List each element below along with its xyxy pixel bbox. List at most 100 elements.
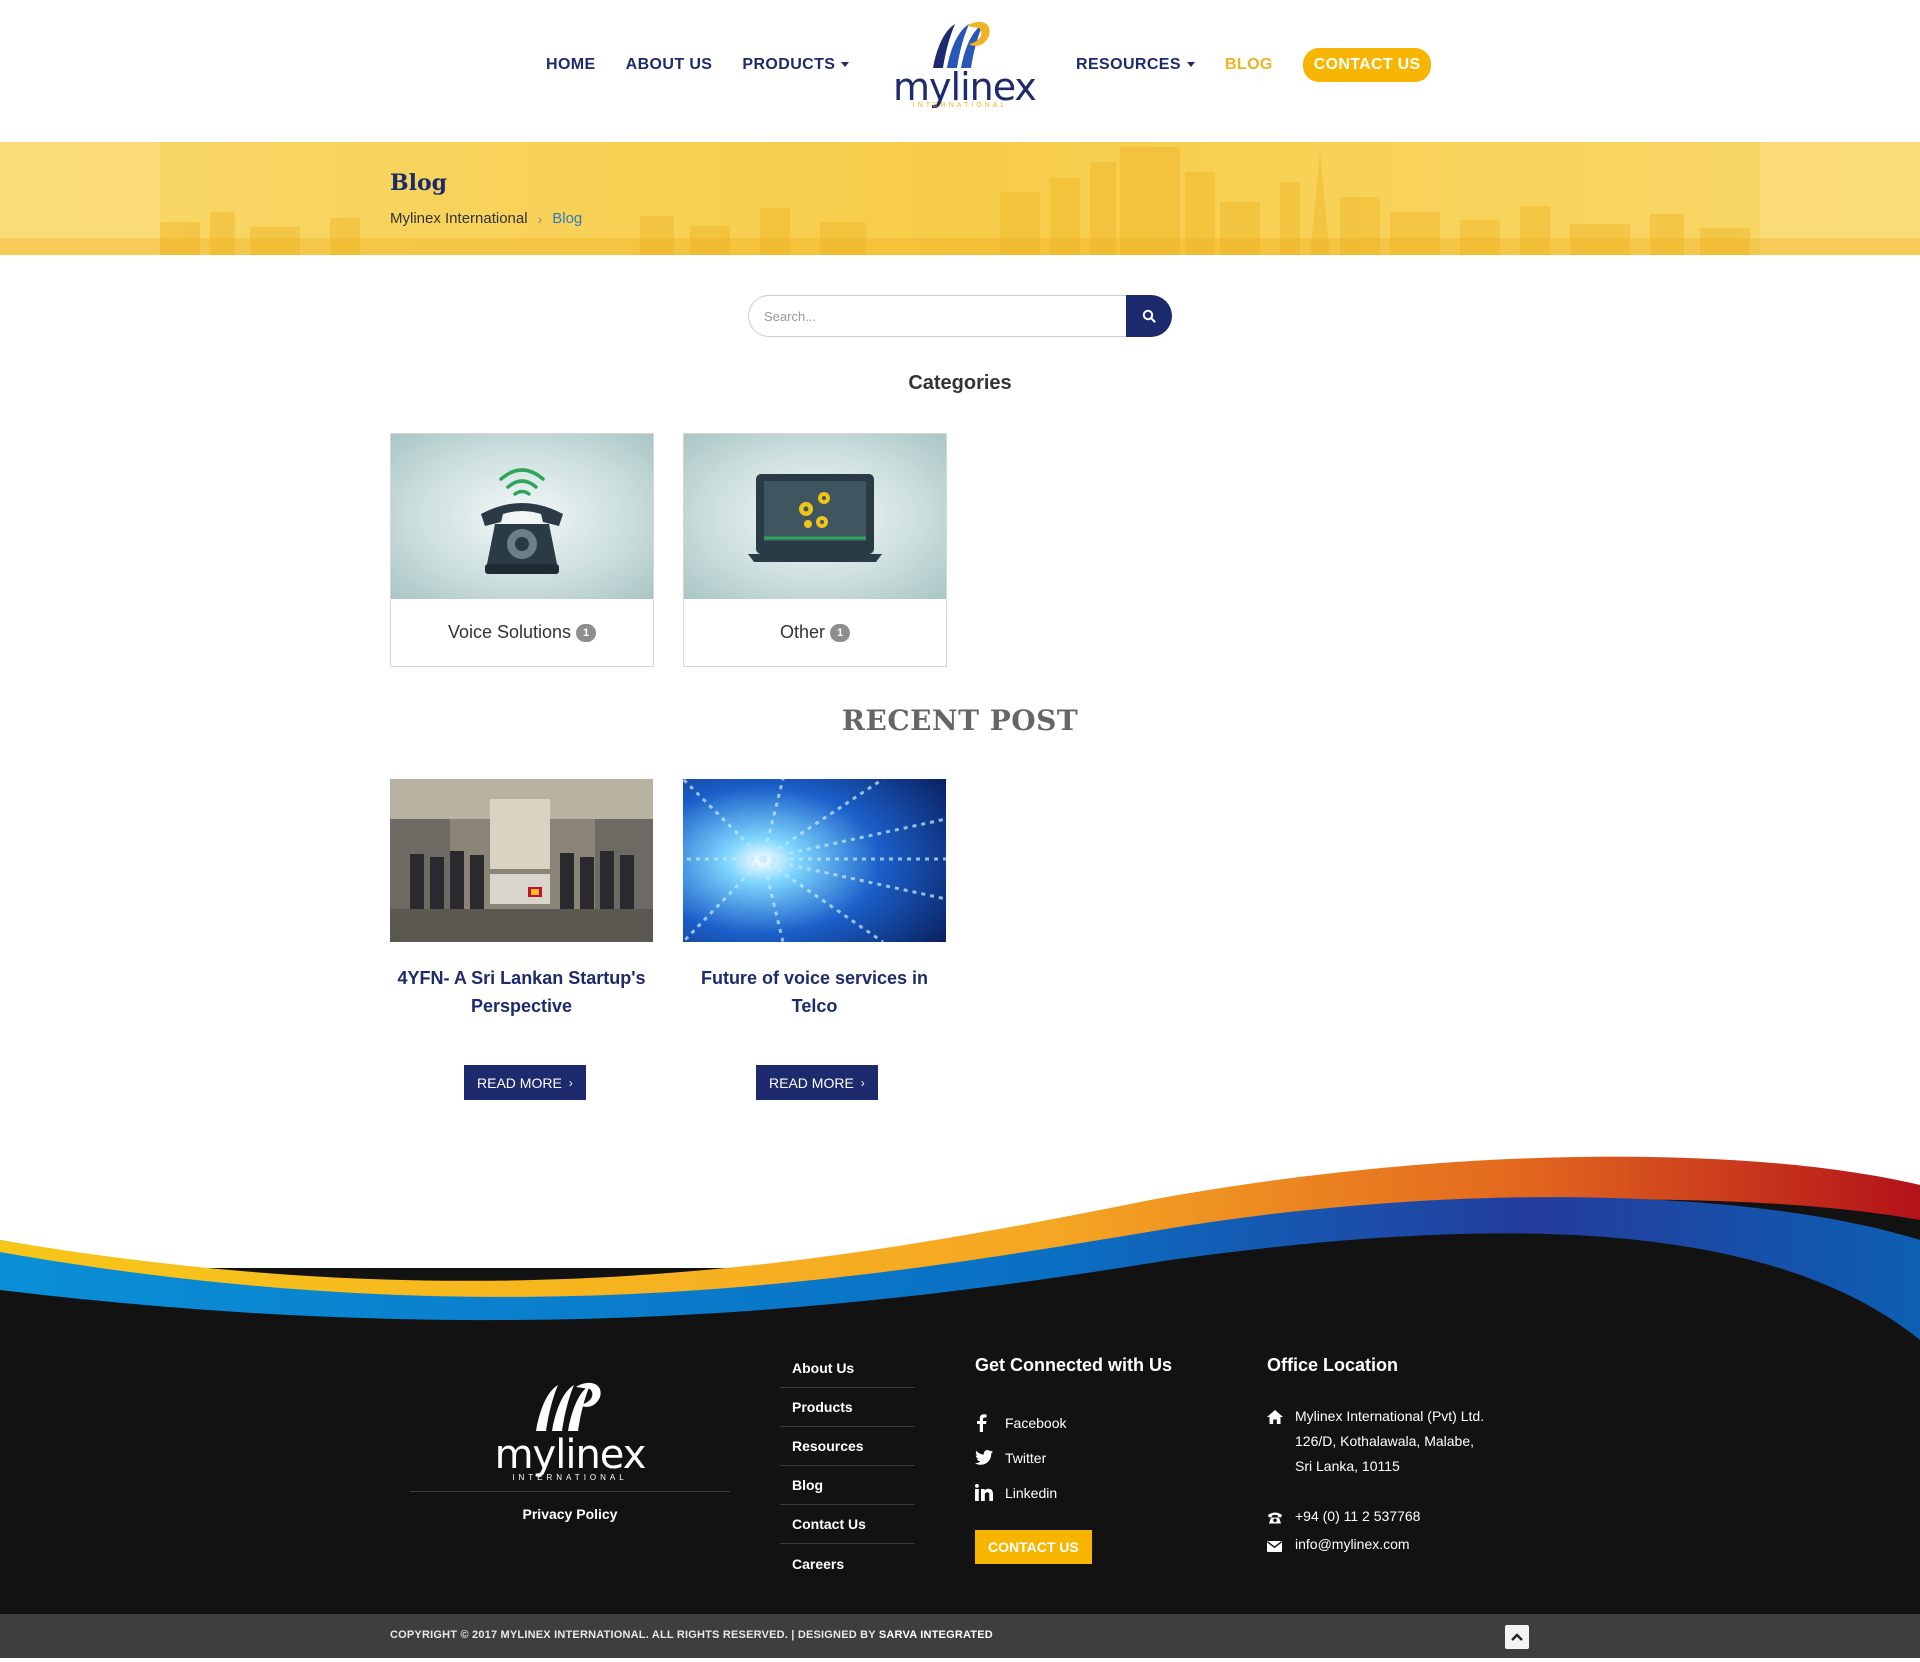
nav-products[interactable]: PRODUCTS	[742, 56, 850, 74]
page-banner: Blog Mylinex International › Blog	[0, 142, 1920, 255]
social-label: Twitter	[1005, 1449, 1047, 1466]
read-more-label: READ MORE	[769, 1074, 854, 1091]
post-card: 4YFN- A Sri Lankan Startup's Perspective…	[390, 779, 653, 1100]
post-card: Future of voice services in Telco READ M…	[683, 779, 946, 1100]
skyline-background	[0, 142, 1920, 255]
category-image	[391, 434, 653, 599]
address-line: 126/D, Kothalawala, Malabe,	[1295, 1433, 1474, 1449]
office-email: info@mylinex.com	[1267, 1532, 1484, 1560]
address-line: Mylinex International (Pvt) Ltd.	[1295, 1408, 1485, 1424]
breadcrumb-separator-icon: ›	[537, 210, 543, 227]
category-card-other[interactable]: Other 1	[683, 433, 947, 667]
nav-products-label: PRODUCTS	[742, 56, 836, 73]
nav-home[interactable]: HOME	[546, 56, 596, 74]
privacy-policy-link[interactable]: Privacy Policy	[410, 1506, 730, 1522]
footer-nav: About Us Products Resources Blog Contact…	[780, 1349, 915, 1583]
digital-tunnel-image	[683, 779, 946, 942]
copyright-text: COPYRIGHT © 2017 MYLINEX INTERNATIONAL. …	[390, 1629, 993, 1641]
connect-heading: Get Connected with Us	[975, 1355, 1173, 1375]
logo-swoosh-icon	[933, 21, 990, 68]
phone-icon	[1267, 1504, 1295, 1532]
footer-link-resources[interactable]: Resources	[780, 1427, 915, 1466]
footer-link-products[interactable]: Products	[780, 1388, 915, 1427]
social-links: Facebook Twitter Linkedin	[975, 1405, 1066, 1510]
footer-logo-wordmark: mylinex	[494, 1432, 647, 1478]
footer-contact-us-button[interactable]: CONTACT US	[975, 1530, 1092, 1564]
twitter-icon	[975, 1450, 1005, 1465]
logo-wordmark: mylinex	[893, 65, 1037, 109]
home-icon	[1267, 1404, 1295, 1479]
office-address: Mylinex International (Pvt) Ltd. 126/D, …	[1267, 1404, 1484, 1479]
search-button[interactable]	[1126, 295, 1172, 337]
nav-about-us[interactable]: ABOUT US	[626, 56, 713, 74]
envelope-icon	[1267, 1532, 1295, 1560]
social-label: Facebook	[1005, 1414, 1067, 1431]
copyright-notice: COPYRIGHT © 2017 MYLINEX INTERNATIONAL. …	[390, 1629, 879, 1641]
category-count-badge: 1	[830, 623, 851, 642]
category-image	[684, 434, 946, 599]
caret-down-icon	[1186, 62, 1195, 68]
category-card-voice-solutions[interactable]: Voice Solutions 1	[390, 433, 654, 667]
search-form	[748, 295, 1172, 337]
category-label: Other 1	[684, 599, 946, 666]
chevron-right-icon: ›	[860, 1075, 865, 1090]
nav-blog[interactable]: BLOG	[1225, 56, 1273, 74]
post-image-group-photo[interactable]	[390, 779, 653, 942]
footer-link-careers[interactable]: Careers	[780, 1544, 915, 1583]
read-more-label: READ MORE	[477, 1074, 562, 1091]
office-location: Mylinex International (Pvt) Ltd. 126/D, …	[1267, 1404, 1484, 1560]
chevron-up-icon	[1511, 1633, 1523, 1641]
facebook-icon	[975, 1413, 1005, 1432]
site-header: HOME ABOUT US PRODUCTS mylinex INTERNATI…	[0, 0, 1920, 142]
caret-down-icon	[841, 62, 850, 68]
office-heading: Office Location	[1267, 1355, 1399, 1375]
post-image-digital-tunnel[interactable]	[683, 779, 946, 942]
footer-link-about-us[interactable]: About Us	[780, 1349, 915, 1388]
chevron-right-icon: ›	[568, 1075, 573, 1090]
email-link[interactable]: info@mylinex.com	[1295, 1532, 1410, 1560]
footer-divider	[410, 1491, 730, 1492]
social-facebook[interactable]: Facebook	[975, 1405, 1066, 1440]
search-input[interactable]	[748, 295, 1126, 337]
footer-link-contact-us[interactable]: Contact Us	[780, 1505, 915, 1544]
post-title-link[interactable]: Future of voice services in Telco	[683, 964, 946, 1020]
breadcrumb-home-link[interactable]: Mylinex International	[390, 210, 528, 227]
social-twitter[interactable]: Twitter	[975, 1440, 1066, 1475]
category-name: Voice Solutions	[447, 622, 572, 642]
post-title-link[interactable]: 4YFN- A Sri Lankan Startup's Perspective	[390, 964, 653, 1020]
page-title: Blog	[390, 170, 448, 196]
brand-logo[interactable]: mylinex INTERNATIONAL	[893, 16, 1037, 112]
nav-right: RESOURCES BLOG CONTACT US	[1076, 0, 1432, 130]
read-more-button[interactable]: READ MORE ›	[756, 1065, 878, 1100]
designer-link[interactable]: SARVA INTEGRATED	[879, 1629, 993, 1641]
category-label: Voice Solutions 1	[391, 599, 653, 666]
category-count-badge: 1	[576, 623, 597, 642]
footer-link-blog[interactable]: Blog	[780, 1466, 915, 1505]
nav-resources-label: RESOURCES	[1076, 56, 1181, 73]
telephone-icon	[481, 468, 563, 574]
footer-logo[interactable]: mylinex INTERNATIONAL	[490, 1375, 650, 1485]
logo-subtitle: INTERNATIONAL	[912, 102, 1008, 109]
nav-contact-us-button[interactable]: CONTACT US	[1302, 48, 1432, 82]
social-linkedin[interactable]: Linkedin	[975, 1475, 1066, 1510]
categories-heading: Categories	[908, 372, 1012, 394]
nav-resources[interactable]: RESOURCES	[1076, 56, 1195, 74]
laptop-gears-icon	[748, 474, 882, 562]
search-icon	[1142, 309, 1156, 323]
group-photo-image	[390, 779, 653, 942]
phone-number: +94 (0) 11 2 537768	[1295, 1508, 1421, 1524]
breadcrumb: Mylinex International › Blog	[390, 210, 582, 227]
linkedin-icon	[975, 1484, 1005, 1501]
office-phone: +94 (0) 11 2 537768	[1267, 1504, 1484, 1532]
logo-swoosh-icon	[536, 1382, 601, 1431]
footer-wave-decoration	[0, 1156, 1920, 1340]
breadcrumb-current: Blog	[552, 210, 583, 227]
category-name: Other	[779, 622, 826, 642]
footer-logo-subtitle: INTERNATIONAL	[512, 1473, 628, 1482]
social-label: Linkedin	[1005, 1484, 1058, 1501]
read-more-button[interactable]: READ MORE ›	[464, 1065, 586, 1100]
recent-posts-heading: RECENT POST	[841, 704, 1079, 737]
nav-left: HOME ABOUT US PRODUCTS	[546, 0, 879, 130]
scroll-to-top-button[interactable]	[1505, 1625, 1529, 1649]
address-line: Sri Lanka, 10115	[1295, 1458, 1400, 1474]
